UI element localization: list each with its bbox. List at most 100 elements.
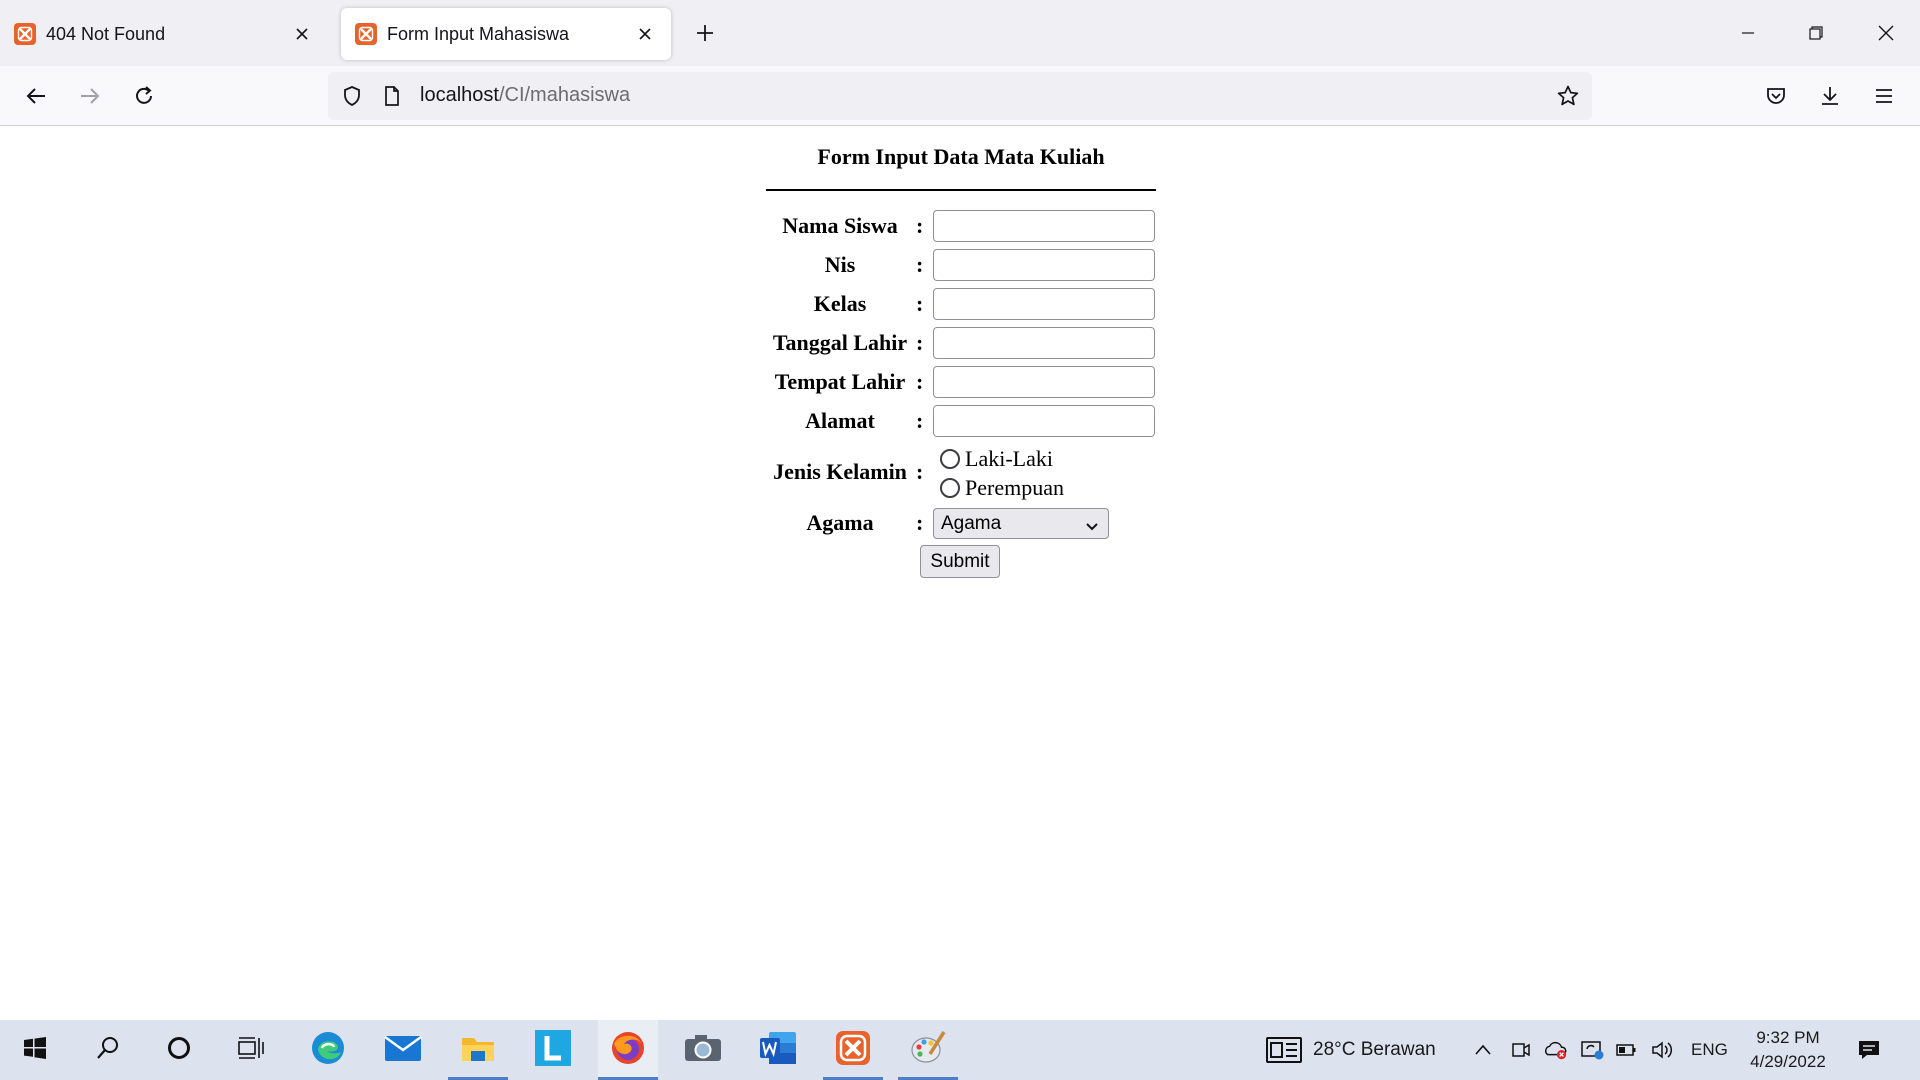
agama-select[interactable]: Agama (933, 508, 1109, 539)
nama-siswa-label: Nama Siswa (782, 213, 898, 238)
reload-button[interactable] (126, 78, 162, 114)
search-icon (95, 1035, 121, 1066)
nis-input[interactable] (933, 249, 1155, 281)
xampp-icon (835, 1030, 871, 1071)
minimize-button[interactable] (1714, 0, 1782, 66)
firefox-icon (610, 1030, 646, 1071)
url-text[interactable]: localhost/CI/mahasiswa (420, 84, 630, 107)
volume-icon[interactable] (1650, 1038, 1674, 1062)
tab-bar: 404 Not Found Form Input Mahasiswa (0, 0, 1920, 66)
radio-button[interactable] (940, 449, 960, 469)
tab-form-input-mahasiswa[interactable]: Form Input Mahasiswa (341, 8, 671, 60)
alamat-input[interactable] (933, 405, 1155, 437)
pocket-icon[interactable] (1758, 78, 1794, 114)
onedrive-error-icon[interactable] (1544, 1038, 1568, 1062)
meet-now-icon[interactable] (1509, 1038, 1533, 1062)
taskbar-l-app[interactable] (523, 1020, 583, 1080)
battery-icon[interactable] (1614, 1038, 1638, 1062)
taskbar-paint[interactable] (898, 1020, 958, 1080)
colon: : (916, 252, 924, 277)
taskbar-edge[interactable] (298, 1020, 358, 1080)
input-language[interactable]: ENG (1691, 1020, 1728, 1080)
camera-icon (684, 1033, 722, 1068)
field-row-jenis-kelamin: Jenis Kelamin : Laki-Laki Perempuan (766, 443, 1156, 501)
taskbar-xampp[interactable] (823, 1020, 883, 1080)
page-info-icon[interactable] (378, 82, 406, 110)
taskbar-camera[interactable] (673, 1020, 733, 1080)
colon: : (916, 330, 924, 355)
bookmark-star-icon[interactable] (1554, 82, 1582, 110)
cortana-icon (166, 1035, 192, 1066)
mail-icon (384, 1033, 422, 1068)
navigation-bar: localhost/CI/mahasiswa (0, 66, 1920, 126)
taskbar-firefox[interactable] (598, 1020, 658, 1080)
tanggal-lahir-input[interactable] (933, 327, 1155, 359)
field-row-tempat-lahir: Tempat Lahir : (766, 365, 1156, 399)
file-explorer-icon (461, 1033, 495, 1068)
menu-hamburger-icon[interactable] (1866, 78, 1902, 114)
chevron-up-icon[interactable] (1471, 1038, 1495, 1062)
colon: : (916, 213, 924, 238)
url-path: /CI/mahasiswa (498, 84, 631, 106)
close-tab-icon[interactable] (631, 20, 659, 48)
taskbar-search-button[interactable] (78, 1020, 138, 1080)
colon: : (916, 291, 924, 316)
colon: : (916, 369, 924, 394)
tempat-lahir-input[interactable] (933, 366, 1155, 398)
windows-taskbar: 28°C Berawan ENG 9:32 PM 4/29/2022 (0, 1020, 1920, 1080)
restore-button[interactable] (1782, 0, 1850, 66)
radio-label: Laki-Laki (965, 446, 1053, 471)
colon: : (916, 408, 924, 433)
jenis-kelamin-label: Jenis Kelamin (773, 459, 907, 484)
kelas-input[interactable] (933, 288, 1155, 320)
start-icon (23, 1036, 47, 1065)
new-tab-button[interactable] (688, 16, 722, 50)
close-tab-icon[interactable] (288, 20, 316, 48)
task-view-icon (237, 1035, 265, 1066)
tab-title: Form Input Mahasiswa (387, 23, 570, 44)
tempat-lahir-label: Tempat Lahir (774, 369, 906, 394)
radio-button[interactable] (940, 478, 960, 498)
back-button[interactable] (18, 78, 54, 114)
taskbar-mail[interactable] (373, 1020, 433, 1080)
tab-404-not-found[interactable]: 404 Not Found (0, 8, 328, 60)
gender-option-laki-laki[interactable]: Laki-Laki (940, 445, 1053, 473)
task-view-button[interactable] (221, 1020, 281, 1080)
xampp-favicon-icon (355, 23, 377, 45)
tracking-protection-shield-icon[interactable] (338, 82, 366, 110)
taskbar-word[interactable] (748, 1020, 808, 1080)
nis-label: Nis (824, 252, 856, 277)
nama-siswa-input[interactable] (933, 210, 1155, 242)
submit-button[interactable]: Submit (920, 545, 1000, 578)
colon: : (916, 510, 924, 535)
url-host: localhost (420, 84, 499, 106)
cortana-button[interactable] (149, 1020, 209, 1080)
kelas-label: Kelas (813, 291, 867, 316)
chevron-down-icon (1084, 514, 1100, 543)
notifications-icon[interactable] (1857, 1038, 1881, 1062)
news-weather-icon[interactable] (1266, 1036, 1302, 1064)
l-app-icon (535, 1029, 571, 1071)
weather-text[interactable]: 28°C Berawan (1313, 1020, 1436, 1080)
word-icon (759, 1031, 797, 1070)
field-row-agama: Agama : Agama (766, 506, 1156, 540)
start-button[interactable] (5, 1020, 65, 1080)
edge-icon (310, 1030, 346, 1071)
colon: : (916, 459, 924, 484)
close-window-button[interactable] (1852, 0, 1920, 66)
url-bar[interactable]: localhost/CI/mahasiswa (328, 72, 1592, 120)
xampp-favicon-icon (14, 23, 36, 45)
field-row-alamat: Alamat : (766, 404, 1156, 438)
taskbar-file-explorer[interactable] (448, 1020, 508, 1080)
downloads-icon[interactable] (1812, 78, 1848, 114)
windows-update-icon[interactable] (1580, 1038, 1604, 1062)
gender-option-perempuan[interactable]: Perempuan (940, 474, 1064, 502)
field-row-tanggal-lahir: Tanggal Lahir : (766, 326, 1156, 360)
browser-window: 404 Not Found Form Input Mahasiswa local… (0, 0, 1920, 1020)
field-row-nama-siswa: Nama Siswa : (766, 209, 1156, 243)
field-row-nis: Nis : (766, 248, 1156, 282)
forward-button[interactable] (72, 78, 108, 114)
tanggal-lahir-label: Tanggal Lahir (772, 330, 908, 355)
taskbar-clock[interactable]: 9:32 PM 4/29/2022 (1733, 1026, 1843, 1074)
clock-time: 9:32 PM (1756, 1028, 1820, 1047)
